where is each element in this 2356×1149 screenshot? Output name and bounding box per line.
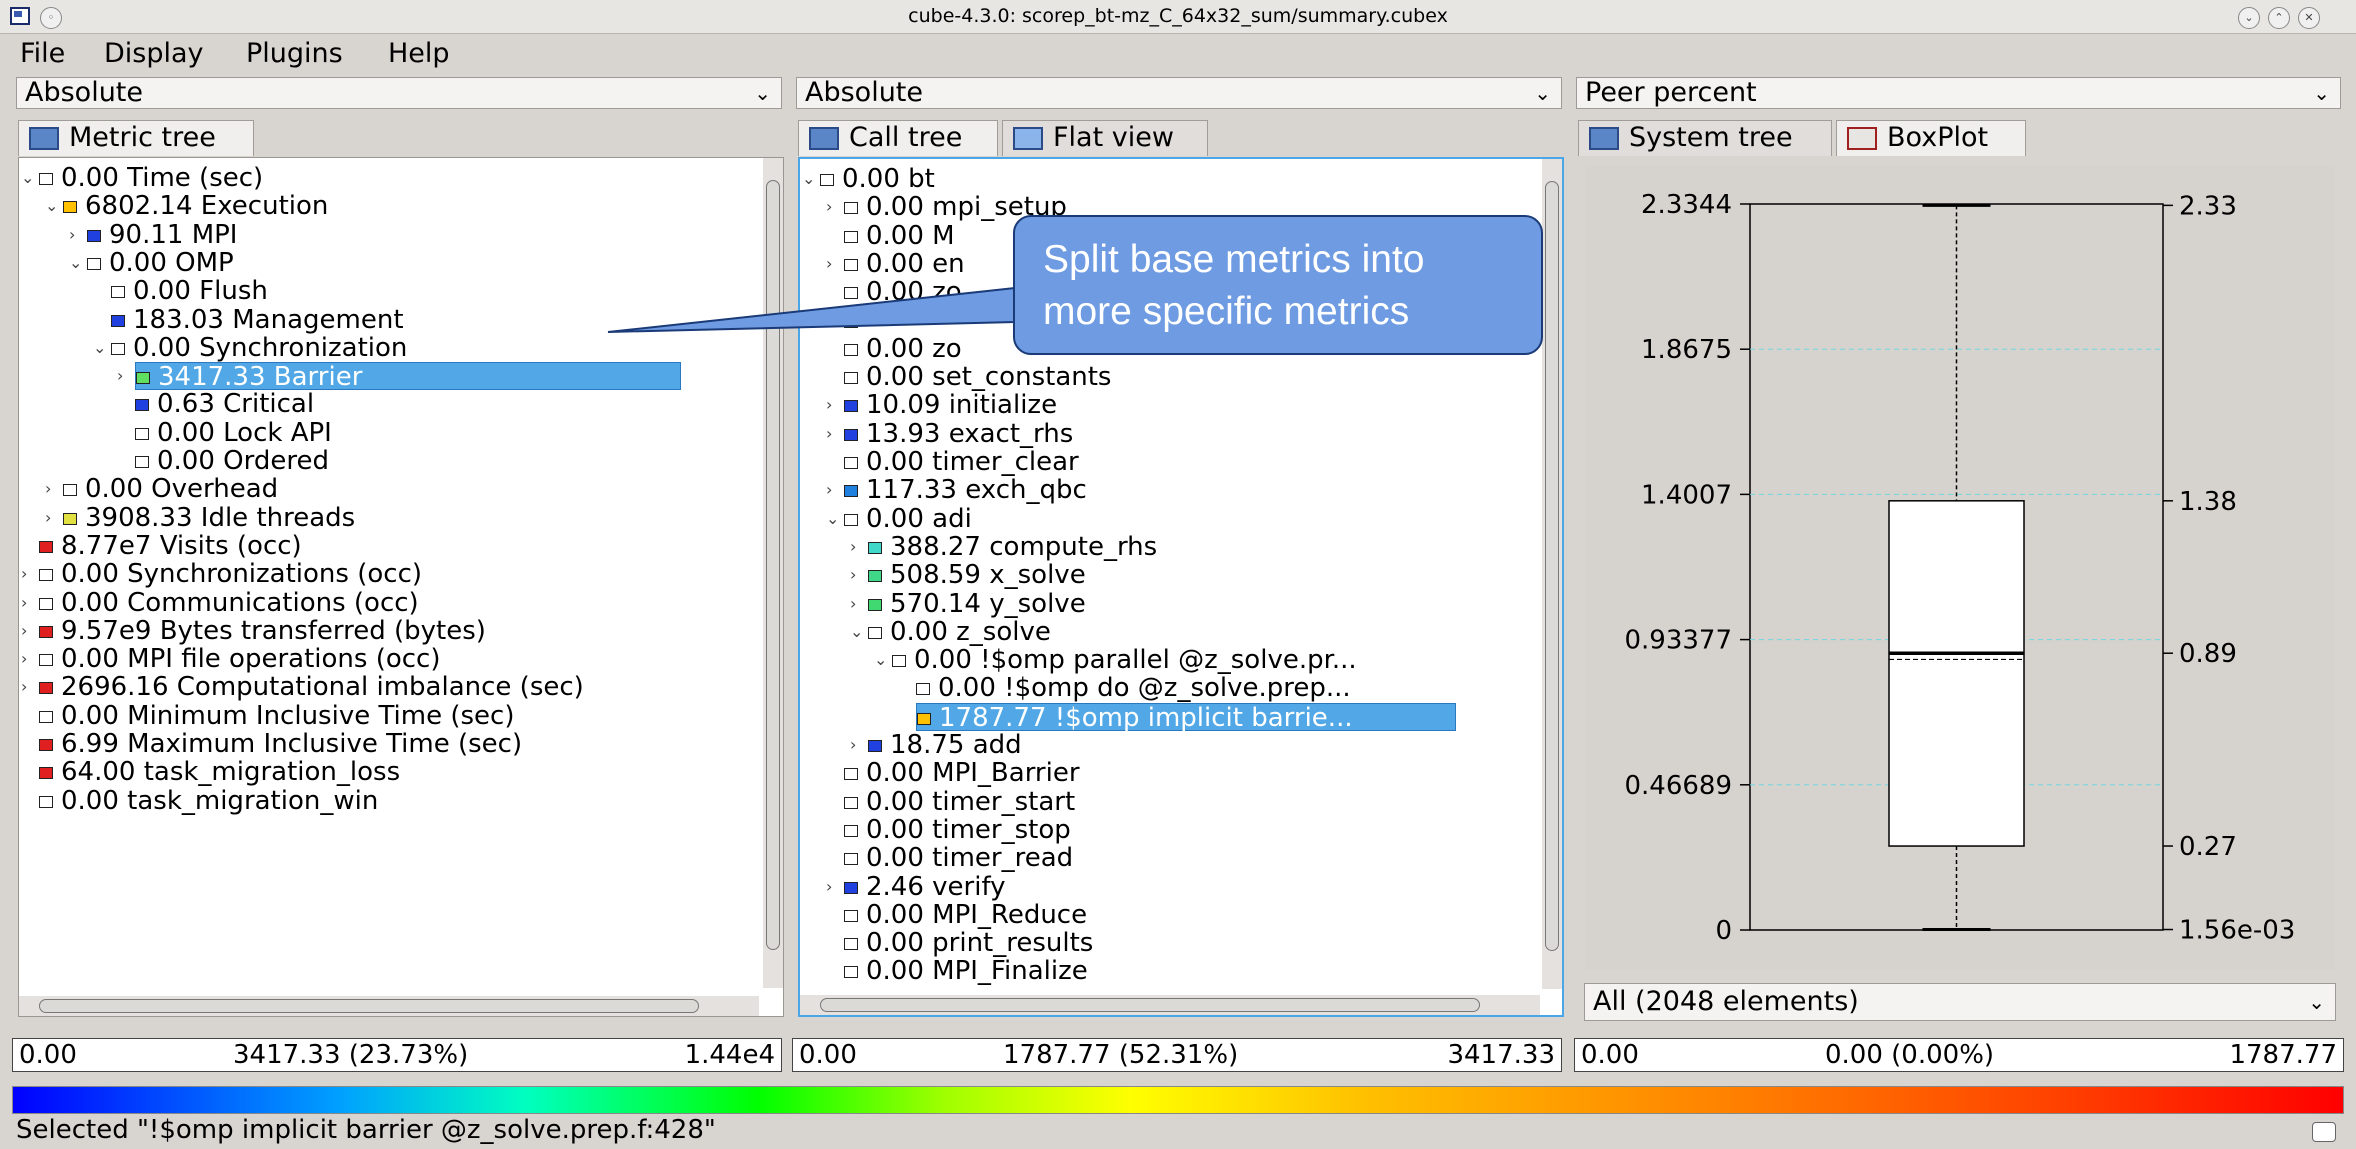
callout-line-1: Split base metrics into (1043, 238, 1425, 281)
callout-pointer (607, 286, 1016, 333)
annotation-callout: Split base metrics into more specific me… (1013, 215, 1543, 355)
callout-line-2: more specific metrics (1043, 290, 1410, 333)
